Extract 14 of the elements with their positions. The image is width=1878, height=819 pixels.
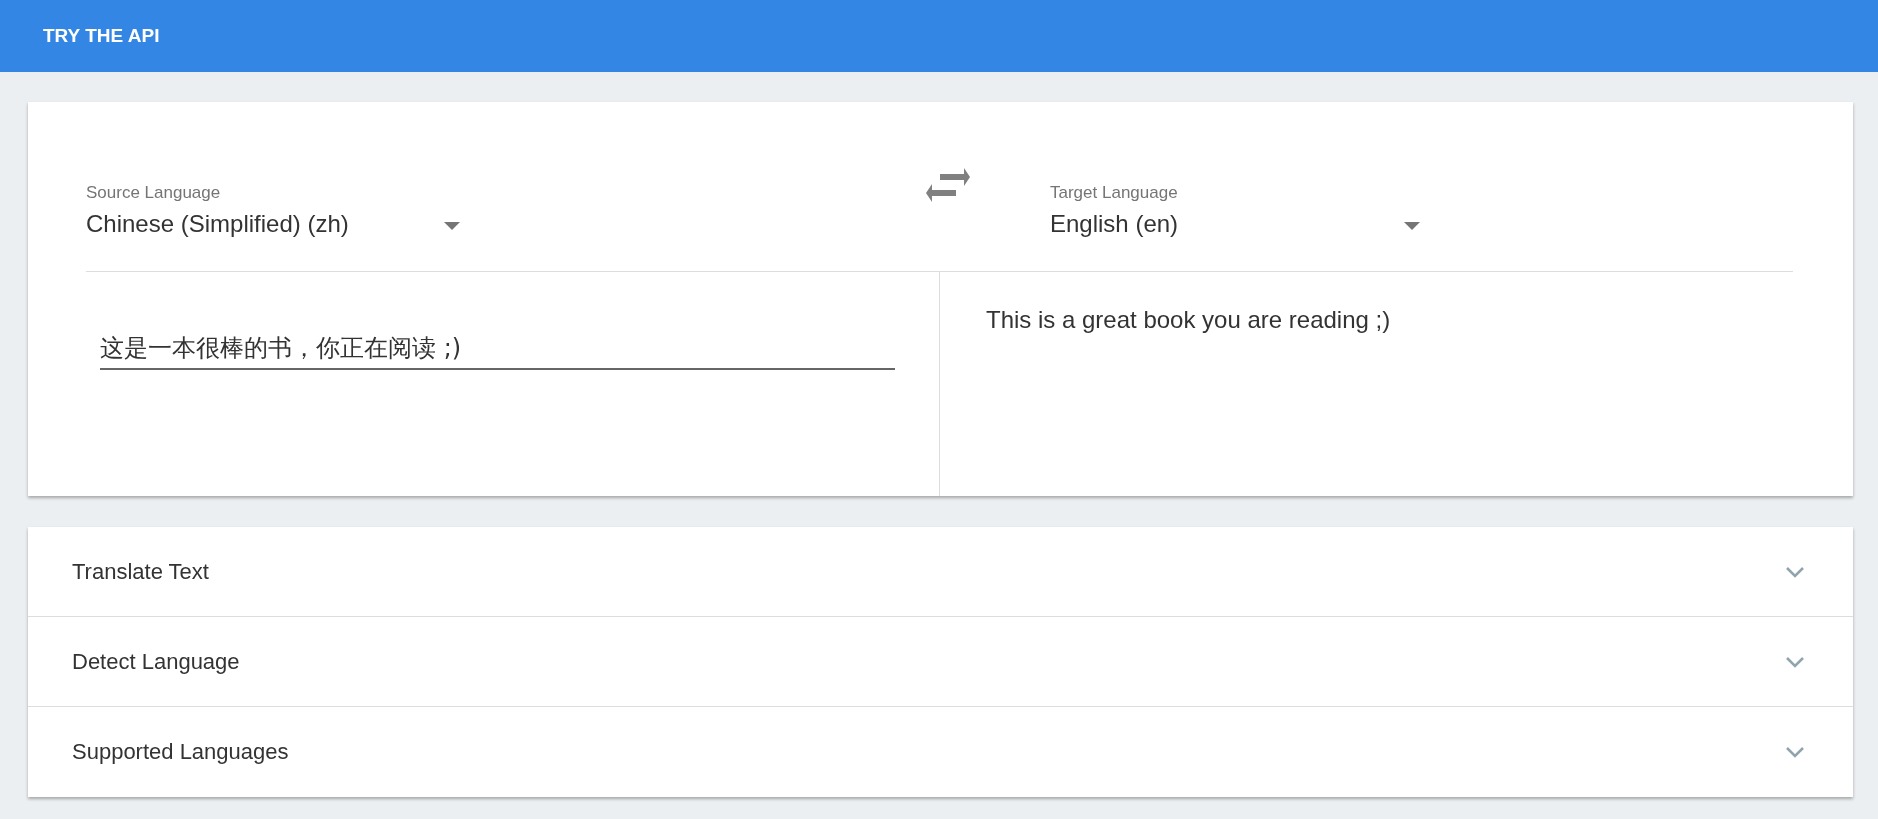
accordion-row[interactable]: Supported Languages [28, 707, 1853, 797]
chevron-icon [1785, 655, 1805, 668]
translated-text: This is a great book you are reading ;) [986, 306, 1391, 334]
swap-button[interactable] [926, 168, 970, 202]
accordion-row[interactable]: Translate Text [28, 527, 1853, 617]
swap-arrows-icon [926, 168, 970, 202]
chevron-icon [1785, 746, 1805, 758]
source-language-select[interactable]: Source Language Chinese (Simplified) (zh) [86, 182, 460, 244]
caret-icon [1404, 222, 1420, 230]
header-title: TRY THE API [43, 25, 160, 47]
target-language-select[interactable]: Target Language English (en) [1050, 182, 1420, 244]
caret-icon [444, 222, 460, 230]
accordion-row[interactable]: Detect Language [28, 617, 1853, 707]
chevron-icon [1785, 565, 1805, 578]
